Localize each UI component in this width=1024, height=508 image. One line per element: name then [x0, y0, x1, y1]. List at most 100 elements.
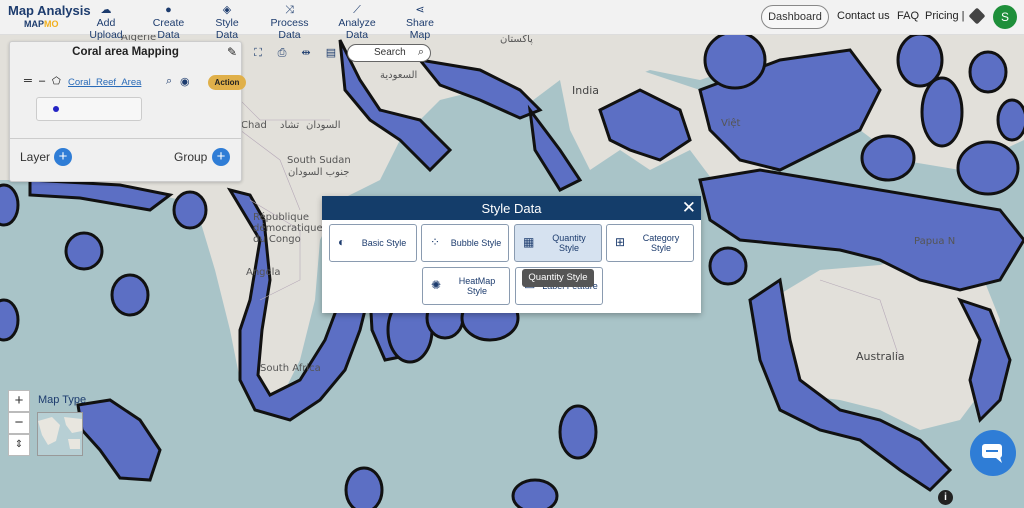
faq-link[interactable]: FAQ: [897, 10, 919, 22]
category-grid-icon: ⊞: [615, 235, 626, 249]
zoom-to-layer-icon[interactable]: ⌕: [166, 75, 172, 88]
info-icon[interactable]: i: [938, 490, 953, 505]
polygon-layer-icon: ⬠: [52, 76, 61, 87]
place-label: Papua N: [914, 236, 956, 247]
place-label: السودان: [306, 120, 341, 131]
chat-bubble-icon: [982, 444, 1002, 463]
cloud-upload-icon: ☁: [100, 4, 112, 16]
search-icon: ⌕: [417, 46, 424, 58]
modal-title: Style Data: [481, 201, 542, 216]
quantity-style-tooltip: Quantity Style: [522, 269, 594, 287]
process-icon: ⤨: [285, 4, 294, 16]
heatmap-style-label: HeatMap Style: [449, 276, 505, 296]
user-avatar[interactable]: S: [993, 5, 1017, 29]
visibility-eye-icon[interactable]: ◉: [180, 75, 190, 88]
modal-header: Style Data ✕: [322, 196, 701, 220]
category-style-label-line2: Style: [650, 243, 671, 253]
place-label: Angola: [246, 267, 281, 278]
cube-icon[interactable]: [968, 7, 986, 25]
category-style-label: Category Style: [633, 233, 689, 253]
analyze-icon: ⟋: [353, 4, 361, 16]
bubble-style-button[interactable]: ⁘ Bubble Style: [421, 224, 509, 262]
place-label: South Sudan: [287, 155, 351, 166]
basic-style-button[interactable]: ◐ Basic Style: [329, 224, 417, 262]
zoom-in-button[interactable]: +: [8, 390, 30, 412]
drag-handle-icon[interactable]: ═: [24, 75, 32, 87]
add-layer-button[interactable]: +: [54, 148, 72, 166]
panel-divider: [10, 138, 241, 139]
quantity-style-label-line2: Style: [558, 243, 579, 253]
quantity-style-button[interactable]: ▦ Quantity Style: [514, 224, 602, 262]
heatmap-style-label-line1: HeatMap: [458, 276, 496, 286]
fullscreen-icon[interactable]: ⛶: [251, 46, 265, 60]
place-label: République démocratique du Congo: [253, 212, 323, 245]
group-label: Group: [174, 150, 208, 164]
search-label: Search: [374, 47, 406, 58]
chat-button[interactable]: [970, 430, 1016, 476]
nav-style-data[interactable]: ◈ Style Data: [203, 4, 251, 41]
bubble-style-label: Bubble Style: [450, 238, 502, 248]
legend-symbol: [53, 106, 59, 112]
edit-pencil-icon[interactable]: ✎: [227, 45, 237, 59]
map-type-label: Map Type: [38, 394, 87, 406]
nav-share-map[interactable]: ⋖ Share Map: [395, 4, 445, 41]
close-icon[interactable]: ✕: [682, 198, 696, 218]
place-label: Việt: [721, 118, 741, 129]
quantity-style-label: Quantity Style: [541, 233, 597, 253]
quantity-style-label-line1: Quantity: [552, 233, 586, 243]
logo-sub-a: MAP: [24, 19, 44, 29]
place-label: السعودية: [380, 70, 418, 81]
basic-style-icon: ◐: [338, 235, 346, 249]
layer-name-link[interactable]: Coral_Reef_Area: [68, 77, 141, 88]
quantity-style-icon: ▦: [523, 235, 535, 249]
nav-analyze-data[interactable]: ⟋ Analyze Data: [327, 4, 387, 41]
heatmap-style-label-line2: Style: [466, 286, 487, 296]
collapse-icon[interactable]: –: [39, 75, 45, 87]
measure-icon[interactable]: ⇹: [299, 46, 313, 60]
layer-action-button[interactable]: Action: [208, 75, 246, 90]
paint-bucket-icon: ◈: [222, 4, 232, 16]
print-icon[interactable]: ⎙: [275, 46, 289, 60]
map-search-box[interactable]: Search ⌕: [347, 44, 431, 62]
layer-panel: Coral area Mapping ✎ ═ – ⬠ Coral_Reef_Ar…: [9, 41, 246, 182]
place-label: پاکستان: [500, 34, 533, 45]
map-type-thumbnail[interactable]: [37, 412, 83, 456]
nav-process-data-label: Process Data: [270, 17, 309, 41]
dashboard-button[interactable]: Dashboard: [761, 5, 829, 29]
comment-icon[interactable]: ▤: [324, 46, 338, 60]
place-label: Chad: [241, 120, 267, 131]
top-navigation-bar: Map Analysis MAPMO ☁ Add Upload ● Create…: [0, 0, 1024, 41]
layer-row: ═ – ⬠ Coral_Reef_Area ⌕ ◉ Action: [22, 75, 246, 91]
layer-label: Layer: [20, 150, 51, 164]
contact-us-link[interactable]: Contact us: [837, 10, 890, 22]
nav-create-data-label: Create Data: [152, 17, 185, 41]
nav-create-data[interactable]: ● Create Data: [141, 4, 196, 41]
place-label: تشاد: [280, 120, 300, 131]
reset-north-button[interactable]: ⇕: [8, 434, 30, 456]
map-type-preview: [38, 417, 82, 449]
nav-add-upload[interactable]: ☁ Add Upload: [80, 4, 132, 41]
layer-legend: [36, 97, 142, 121]
project-title: Coral area Mapping: [72, 46, 179, 58]
nav-share-map-label: Share Map: [405, 17, 435, 41]
category-style-label-line1: Category: [642, 233, 680, 243]
place-label: جنوب السودان: [288, 167, 350, 178]
logo-sub-b: MO: [44, 19, 59, 29]
nav-style-data-label: Style Data: [215, 17, 239, 41]
heatmap-icon: ✺: [431, 278, 442, 292]
nav-analyze-data-label: Analyze Data: [338, 17, 376, 41]
pricing-link[interactable]: Pricing |: [925, 10, 965, 22]
zoom-out-button[interactable]: −: [8, 412, 30, 434]
share-icon: ⋖: [415, 4, 425, 16]
app-logo-subtitle: MAPMO: [24, 19, 59, 29]
add-group-button[interactable]: +: [212, 148, 230, 166]
style-data-modal: Style Data ✕ ◐ Basic Style ⁘ Bubble Styl…: [322, 196, 701, 313]
map-pin-icon: ●: [165, 4, 172, 16]
place-label: India: [572, 84, 599, 97]
place-label: Australia: [856, 350, 905, 363]
nav-add-upload-label: Add Upload: [89, 17, 123, 41]
heatmap-style-button[interactable]: ✺ HeatMap Style: [422, 267, 510, 305]
category-style-button[interactable]: ⊞ Category Style: [606, 224, 694, 262]
app-logo-title[interactable]: Map Analysis: [8, 3, 91, 18]
nav-process-data[interactable]: ⤨ Process Data: [259, 4, 320, 41]
